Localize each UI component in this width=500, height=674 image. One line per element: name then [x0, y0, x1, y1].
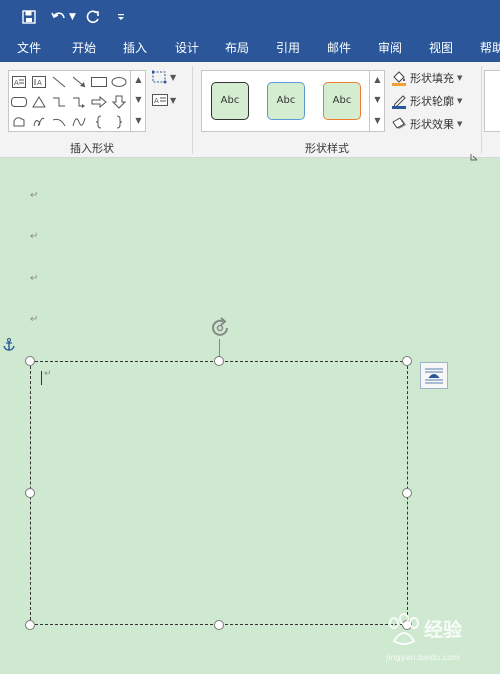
edit-shape-button[interactable]: ▼ — [152, 70, 176, 84]
save-icon[interactable] — [20, 7, 38, 27]
elbow-connector-shape-icon[interactable] — [50, 93, 68, 110]
paint-bucket-icon — [391, 70, 407, 86]
ribbon-tabs: 文件 开始 插入 设计 布局 引用 邮件 审阅 视图 帮助 — [0, 34, 500, 62]
rounded-rectangle-shape-icon[interactable] — [10, 93, 28, 110]
chevron-down-icon: ▼ — [457, 120, 463, 128]
shape-fill-button[interactable]: 形状填充 ▼ — [391, 69, 462, 87]
paw-logo-icon — [389, 613, 419, 645]
undo-icon[interactable] — [50, 7, 68, 27]
layout-options-icon — [425, 368, 443, 383]
shape-styles-group-label: 形状样式 — [305, 142, 349, 155]
undo-dropdown-icon[interactable]: ▼ — [69, 11, 76, 23]
pen-outline-icon — [391, 93, 407, 109]
resize-handle-top-left[interactable] — [25, 356, 35, 366]
left-brace-shape-icon[interactable] — [90, 113, 108, 130]
layout-options-button[interactable] — [420, 362, 448, 389]
tab-layout[interactable]: 布局 — [225, 34, 249, 62]
styles-gallery-scrollbar: ▲ ▼ ▼ — [369, 70, 385, 132]
chevron-down-icon: ▼ — [170, 72, 177, 82]
shape-outline-label: 形状轮廓 — [410, 95, 454, 108]
oval-shape-icon[interactable] — [110, 73, 128, 90]
gallery-more-icon[interactable]: ▼ — [370, 111, 385, 131]
resize-handle-top[interactable] — [214, 356, 224, 366]
dialog-launcher-icon[interactable] — [470, 146, 478, 161]
shape-fill-label: 形状填充 — [410, 72, 454, 85]
text-cursor — [41, 371, 42, 385]
down-arrow-shape-icon[interactable] — [110, 93, 128, 110]
edit-shape-icon — [152, 70, 167, 84]
shape-style-preset-1[interactable]: Abc — [211, 82, 249, 120]
svg-text:A: A — [37, 79, 42, 87]
scroll-down-icon[interactable]: ▼ — [131, 90, 146, 110]
tab-home[interactable]: 开始 — [72, 34, 96, 62]
rotate-handle-icon[interactable] — [208, 316, 232, 340]
tab-mailings[interactable]: 邮件 — [327, 34, 351, 62]
scroll-up-icon[interactable]: ▲ — [131, 70, 146, 90]
gallery-more-icon[interactable]: ▼ — [131, 111, 146, 131]
line-shape-icon[interactable] — [50, 73, 68, 90]
elbow-arrow-connector-shape-icon[interactable] — [70, 93, 88, 110]
shapes-gallery: A A — [8, 70, 146, 132]
paragraph-mark: ↵ — [30, 231, 39, 242]
textbox-paragraph-mark: ↵ — [44, 369, 52, 379]
tab-view[interactable]: 视图 — [429, 34, 453, 62]
paragraph-mark: ↵ — [30, 190, 39, 201]
group-divider — [192, 66, 193, 154]
shape-outline-button[interactable]: 形状轮廓 ▼ — [391, 92, 462, 110]
scroll-down-icon[interactable]: ▼ — [370, 90, 385, 110]
text-box-shape-icon[interactable]: A — [10, 73, 28, 90]
triangle-shape-icon[interactable] — [30, 93, 48, 110]
scribble-shape-icon[interactable] — [30, 113, 48, 130]
paragraph-mark: ↵ — [30, 314, 39, 325]
paragraph-mark: ↵ — [30, 273, 39, 284]
scroll-up-icon[interactable]: ▲ — [370, 70, 385, 90]
text-box[interactable] — [30, 361, 408, 625]
chevron-down-icon: ▼ — [457, 97, 463, 105]
shape-styles-gallery: Abc Abc Abc — [201, 70, 385, 132]
shape-style-preset-2[interactable]: Abc — [267, 82, 305, 120]
tab-review[interactable]: 审阅 — [378, 34, 402, 62]
shape-effects-button[interactable]: 形状效果 ▼ — [391, 115, 462, 133]
ribbon: A A ▲ ▼ ▼ ▼ A ▼ 插入形状 Abc Abc Abc ▲ ▼ ▼ 形… — [0, 62, 500, 161]
anchor-icon — [3, 338, 15, 355]
insert-shapes-group-label: 插入形状 — [70, 142, 114, 155]
right-brace-shape-icon[interactable] — [110, 113, 128, 130]
resize-handle-left[interactable] — [25, 488, 35, 498]
customize-quick-access-icon[interactable] — [114, 7, 128, 27]
svg-text:A: A — [154, 97, 159, 105]
watermark-url: jingyan.baidu.com — [386, 653, 460, 662]
watermark-brand: 经验 — [424, 619, 463, 641]
watermark-logo: 经验 jingyan.baidu.com — [384, 611, 494, 667]
shape-effects-label: 形状效果 — [410, 118, 454, 131]
title-bar: ▼ — [0, 0, 500, 34]
tab-design[interactable]: 设计 — [175, 34, 199, 62]
chevron-down-icon: ▼ — [170, 95, 177, 105]
freeform-shape-icon[interactable] — [10, 113, 28, 130]
shape-style-preset-3[interactable]: Abc — [323, 82, 361, 120]
arrow-line-shape-icon[interactable] — [70, 73, 88, 90]
resize-handle-top-right[interactable] — [402, 356, 412, 366]
vertical-text-box-shape-icon[interactable]: A — [30, 73, 48, 90]
arc-shape-icon[interactable] — [50, 113, 68, 130]
resize-handle-right[interactable] — [402, 488, 412, 498]
tab-references[interactable]: 引用 — [276, 34, 300, 62]
tab-insert[interactable]: 插入 — [123, 34, 147, 62]
document-canvas[interactable]: ↵ ↵ ↵ ↵ ↵ 经验 jingyan.baidu.com — [0, 159, 500, 674]
curve-shape-icon[interactable] — [70, 113, 88, 130]
text-box-icon: A — [152, 94, 168, 106]
shapes-gallery-scrollbar: ▲ ▼ ▼ — [130, 70, 146, 132]
wordart-styles-gallery-partial[interactable] — [484, 70, 500, 132]
resize-handle-bottom[interactable] — [214, 620, 224, 630]
chevron-down-icon: ▼ — [457, 74, 463, 82]
redo-icon[interactable] — [84, 7, 102, 27]
right-arrow-shape-icon[interactable] — [90, 93, 108, 110]
draw-text-box-button[interactable]: A ▼ — [152, 93, 176, 107]
shape-effects-icon — [391, 116, 407, 132]
resize-handle-bottom-left[interactable] — [25, 620, 35, 630]
svg-text:A: A — [14, 79, 19, 87]
tab-file[interactable]: 文件 — [17, 34, 41, 62]
tab-help[interactable]: 帮助 — [480, 34, 500, 62]
group-divider — [481, 66, 482, 154]
rectangle-shape-icon[interactable] — [90, 73, 108, 90]
